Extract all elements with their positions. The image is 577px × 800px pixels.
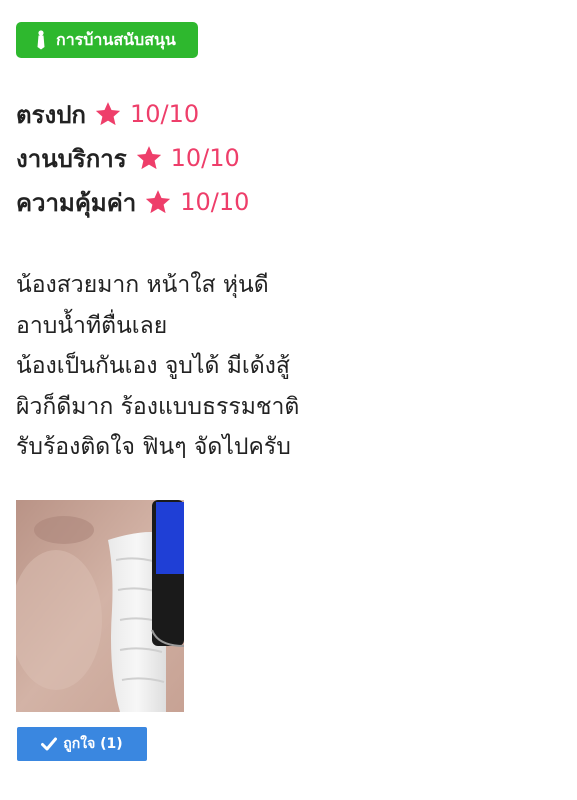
star-icon [146, 190, 171, 214]
rating-score: 10/10 [180, 188, 250, 216]
review-line: น้องสวยมาก หน้าใส หุ่นดี [16, 272, 269, 298]
sponsor-badge: การบ้านสนับสนุน [16, 22, 198, 58]
review-line: น้องเป็นกันเอง จูบได้ มีเด้งสู้ [16, 353, 290, 379]
review-line: อาบน้ำทีตื่นเลย [16, 312, 168, 339]
rating-label: ตรงปก [16, 100, 86, 129]
like-button-label: ถูกใจ (1) [63, 736, 123, 752]
rating-row-accuracy: ตรงปก 10/10 [16, 92, 249, 136]
check-icon [41, 737, 58, 751]
star-icon [95, 102, 121, 126]
rating-label: ความคุ้มค่า [16, 188, 137, 217]
tie-icon [37, 30, 45, 50]
review-line: ผิวก็ดีมาก ร้องแบบธรรมชาติ [16, 393, 300, 420]
rating-label: งานบริการ [16, 144, 127, 173]
ratings-list: ตรงปก 10/10 งานบริการ 10/10 ความคุ้มค่า … [16, 92, 249, 224]
rating-row-service: งานบริการ 10/10 [16, 136, 249, 180]
rating-score: 10/10 [170, 144, 240, 172]
review-text: น้องสวยมาก หน้าใส หุ่นดี อาบน้ำทีตื่นเลย… [16, 265, 556, 468]
like-button[interactable]: ถูกใจ (1) [17, 727, 147, 761]
review-photo[interactable] [16, 500, 184, 712]
rating-score: 10/10 [129, 100, 200, 128]
rating-row-value: ความคุ้มค่า 10/10 [16, 180, 249, 224]
review-line: รับร้องติดใจ ฟินๆ จัดไปครับ [16, 434, 291, 460]
sponsor-badge-label: การบ้านสนับสนุน [56, 29, 176, 49]
review-photo-image [16, 500, 184, 712]
star-icon [136, 146, 161, 170]
